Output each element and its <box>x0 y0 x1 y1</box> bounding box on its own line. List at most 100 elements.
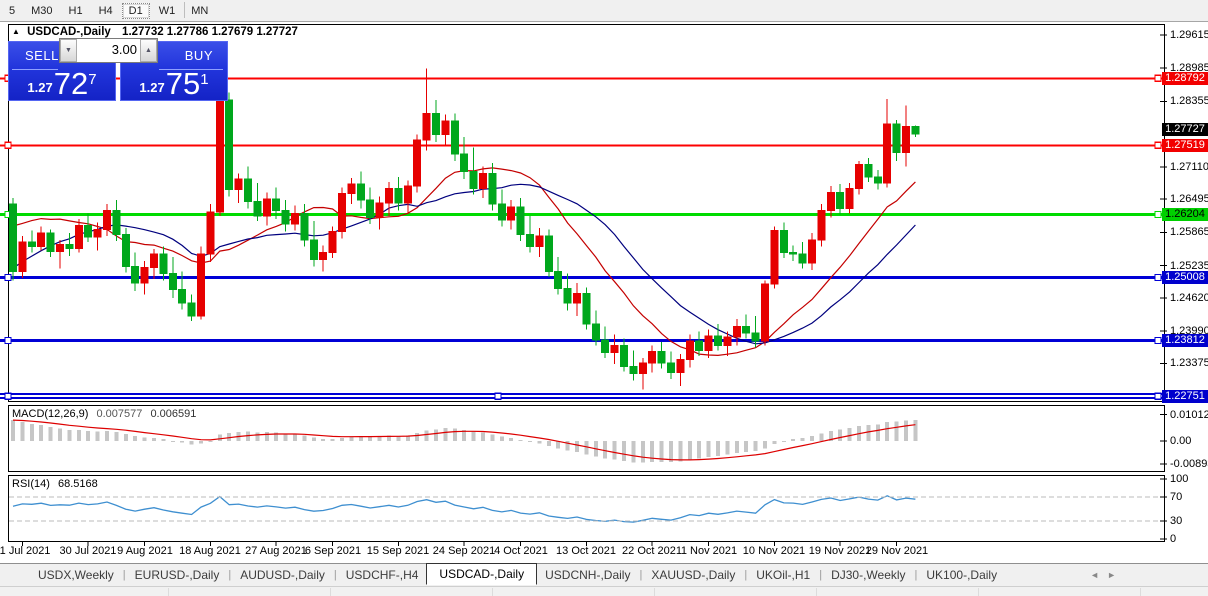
macd-label: MACD(12,26,9) 0.007577 0.006591 <box>12 408 196 420</box>
macd-histogram-bar <box>86 430 91 441</box>
price-badge-1.26204: 1.26204 <box>1162 208 1208 221</box>
level-handle[interactable] <box>1154 336 1162 345</box>
level-handle[interactable] <box>1154 141 1162 149</box>
candle-body <box>178 288 187 304</box>
rsi-axis-label: 0 <box>1170 533 1177 545</box>
macd-histogram-bar <box>650 441 655 463</box>
macd-histogram-bar <box>838 429 843 441</box>
candle-body <box>507 206 516 221</box>
level-handle[interactable] <box>4 273 12 282</box>
tab-scroll-left-icon[interactable]: ◄ <box>1090 570 1107 580</box>
level-handle[interactable] <box>4 141 12 149</box>
candle-body <box>798 253 807 264</box>
candle-body <box>732 325 741 338</box>
price-badge-1.27727: 1.27727 <box>1162 123 1208 136</box>
volume-decrease-icon[interactable]: ▼ <box>60 39 77 62</box>
candle-body <box>140 266 149 284</box>
volume-increase-icon[interactable]: ▲ <box>140 39 157 62</box>
candle-body <box>375 202 384 218</box>
sell-price-base: 1.27 <box>27 80 53 95</box>
macd-histogram-bar <box>763 441 767 449</box>
macd-axis-label: 0.00 <box>1170 435 1192 447</box>
level-handle[interactable] <box>1154 273 1162 282</box>
candle-body <box>356 183 365 201</box>
macd-histogram-bar <box>123 433 128 441</box>
macd-histogram-bar <box>246 431 250 441</box>
candle-body <box>460 153 469 173</box>
rsi-name: RSI(14) <box>12 478 50 490</box>
macd-histogram-bar <box>29 423 34 441</box>
volume-input[interactable]: 3.00 <box>77 39 140 62</box>
macd-histogram-bar <box>894 421 899 441</box>
candle-body <box>168 273 177 290</box>
candle-body <box>150 253 158 268</box>
level-handle[interactable] <box>1154 74 1162 82</box>
one-click-trade-panel: SELL 1.27 72 7 BUY 1.27 75 1 ▼ 3.00 ▲ <box>8 38 228 101</box>
tab-separator: | <box>228 569 232 581</box>
tab-USDX,Weekly[interactable]: USDX,Weekly <box>30 565 122 585</box>
macd-main-value: 0.007577 <box>96 408 143 420</box>
candle-body <box>638 362 647 375</box>
candle-body <box>281 210 290 225</box>
macd-histogram-bar <box>913 419 918 441</box>
level-handle[interactable] <box>1154 210 1162 219</box>
macd-histogram-bar <box>546 441 551 446</box>
candle-body <box>817 210 826 241</box>
macd-histogram-bar <box>114 431 119 441</box>
candle-body <box>253 201 262 217</box>
candle-body <box>544 235 553 273</box>
candle-body <box>479 173 487 189</box>
tab-EURUSD-,Daily[interactable]: EURUSD-,Daily <box>127 565 228 585</box>
macd-histogram-bar <box>20 421 25 441</box>
macd-histogram-bar <box>744 441 749 452</box>
tab-separator: | <box>333 569 337 581</box>
candle-body <box>112 210 121 236</box>
candle-body <box>685 340 694 360</box>
candle-body <box>892 123 901 154</box>
tab-scroll-right-icon[interactable]: ► <box>1107 570 1124 580</box>
chart-ohlc-values: 1.27732 1.27786 1.27679 1.27727 <box>122 26 298 38</box>
rsi-pane <box>8 475 1165 542</box>
macd-name: MACD(12,26,9) <box>12 408 89 420</box>
macd-histogram-bar <box>499 436 504 441</box>
tab-XAUUSD-,Daily[interactable]: XAUUSD-,Daily <box>643 565 743 585</box>
tab-DJ30-,Weekly[interactable]: DJ30-,Weekly <box>823 565 913 585</box>
rsi-label: RSI(14) 68.5168 <box>12 478 98 490</box>
tab-USDCAD-,Daily[interactable]: USDCAD-,Daily <box>426 563 538 585</box>
candle-body <box>601 339 610 354</box>
tab-AUDUSD-,Daily[interactable]: AUDUSD-,Daily <box>232 565 333 585</box>
candle-body <box>347 183 356 195</box>
bottom-strip-mark <box>1140 588 1141 596</box>
candle-body <box>902 125 910 154</box>
bottom-strip <box>0 586 1208 596</box>
macd-histogram-bar <box>753 441 758 452</box>
macd-histogram-bar <box>368 436 373 441</box>
level-handle[interactable] <box>4 392 12 400</box>
candle-body <box>131 265 140 284</box>
chart-symbol-label: USDCAD-,Daily <box>27 26 111 38</box>
level-handle[interactable] <box>4 336 12 345</box>
candle-body <box>563 287 572 304</box>
tab-UKOil-,H1[interactable]: UKOil-,H1 <box>748 565 818 585</box>
volume-spinner: ▼ 3.00 ▲ <box>59 38 158 63</box>
candle-body <box>291 213 299 225</box>
macd-histogram-bar <box>518 440 523 442</box>
level-handle[interactable] <box>494 392 502 400</box>
tab-USDCHF-,H4[interactable]: USDCHF-,H4 <box>338 565 427 585</box>
price-badge-1.22751: 1.22751 <box>1162 390 1208 403</box>
macd-histogram-bar <box>180 441 185 443</box>
candle-body <box>9 203 17 273</box>
tab-USDCNH-,Daily[interactable]: USDCNH-,Daily <box>537 565 638 585</box>
macd-histogram-bar <box>133 436 138 441</box>
candle-body <box>262 198 271 217</box>
macd-histogram-bar <box>678 441 683 462</box>
tab-UK100-,Daily[interactable]: UK100-,Daily <box>918 565 1005 585</box>
macd-histogram-bar <box>781 441 786 442</box>
candle-body <box>366 199 375 218</box>
macd-histogram-bar <box>528 441 532 443</box>
macd-histogram-bar <box>640 441 645 463</box>
level-handle[interactable] <box>1154 392 1162 400</box>
collapse-icon[interactable]: ▲ <box>12 27 20 36</box>
macd-histogram-bar <box>283 433 288 441</box>
macd-histogram-bar <box>142 437 147 441</box>
